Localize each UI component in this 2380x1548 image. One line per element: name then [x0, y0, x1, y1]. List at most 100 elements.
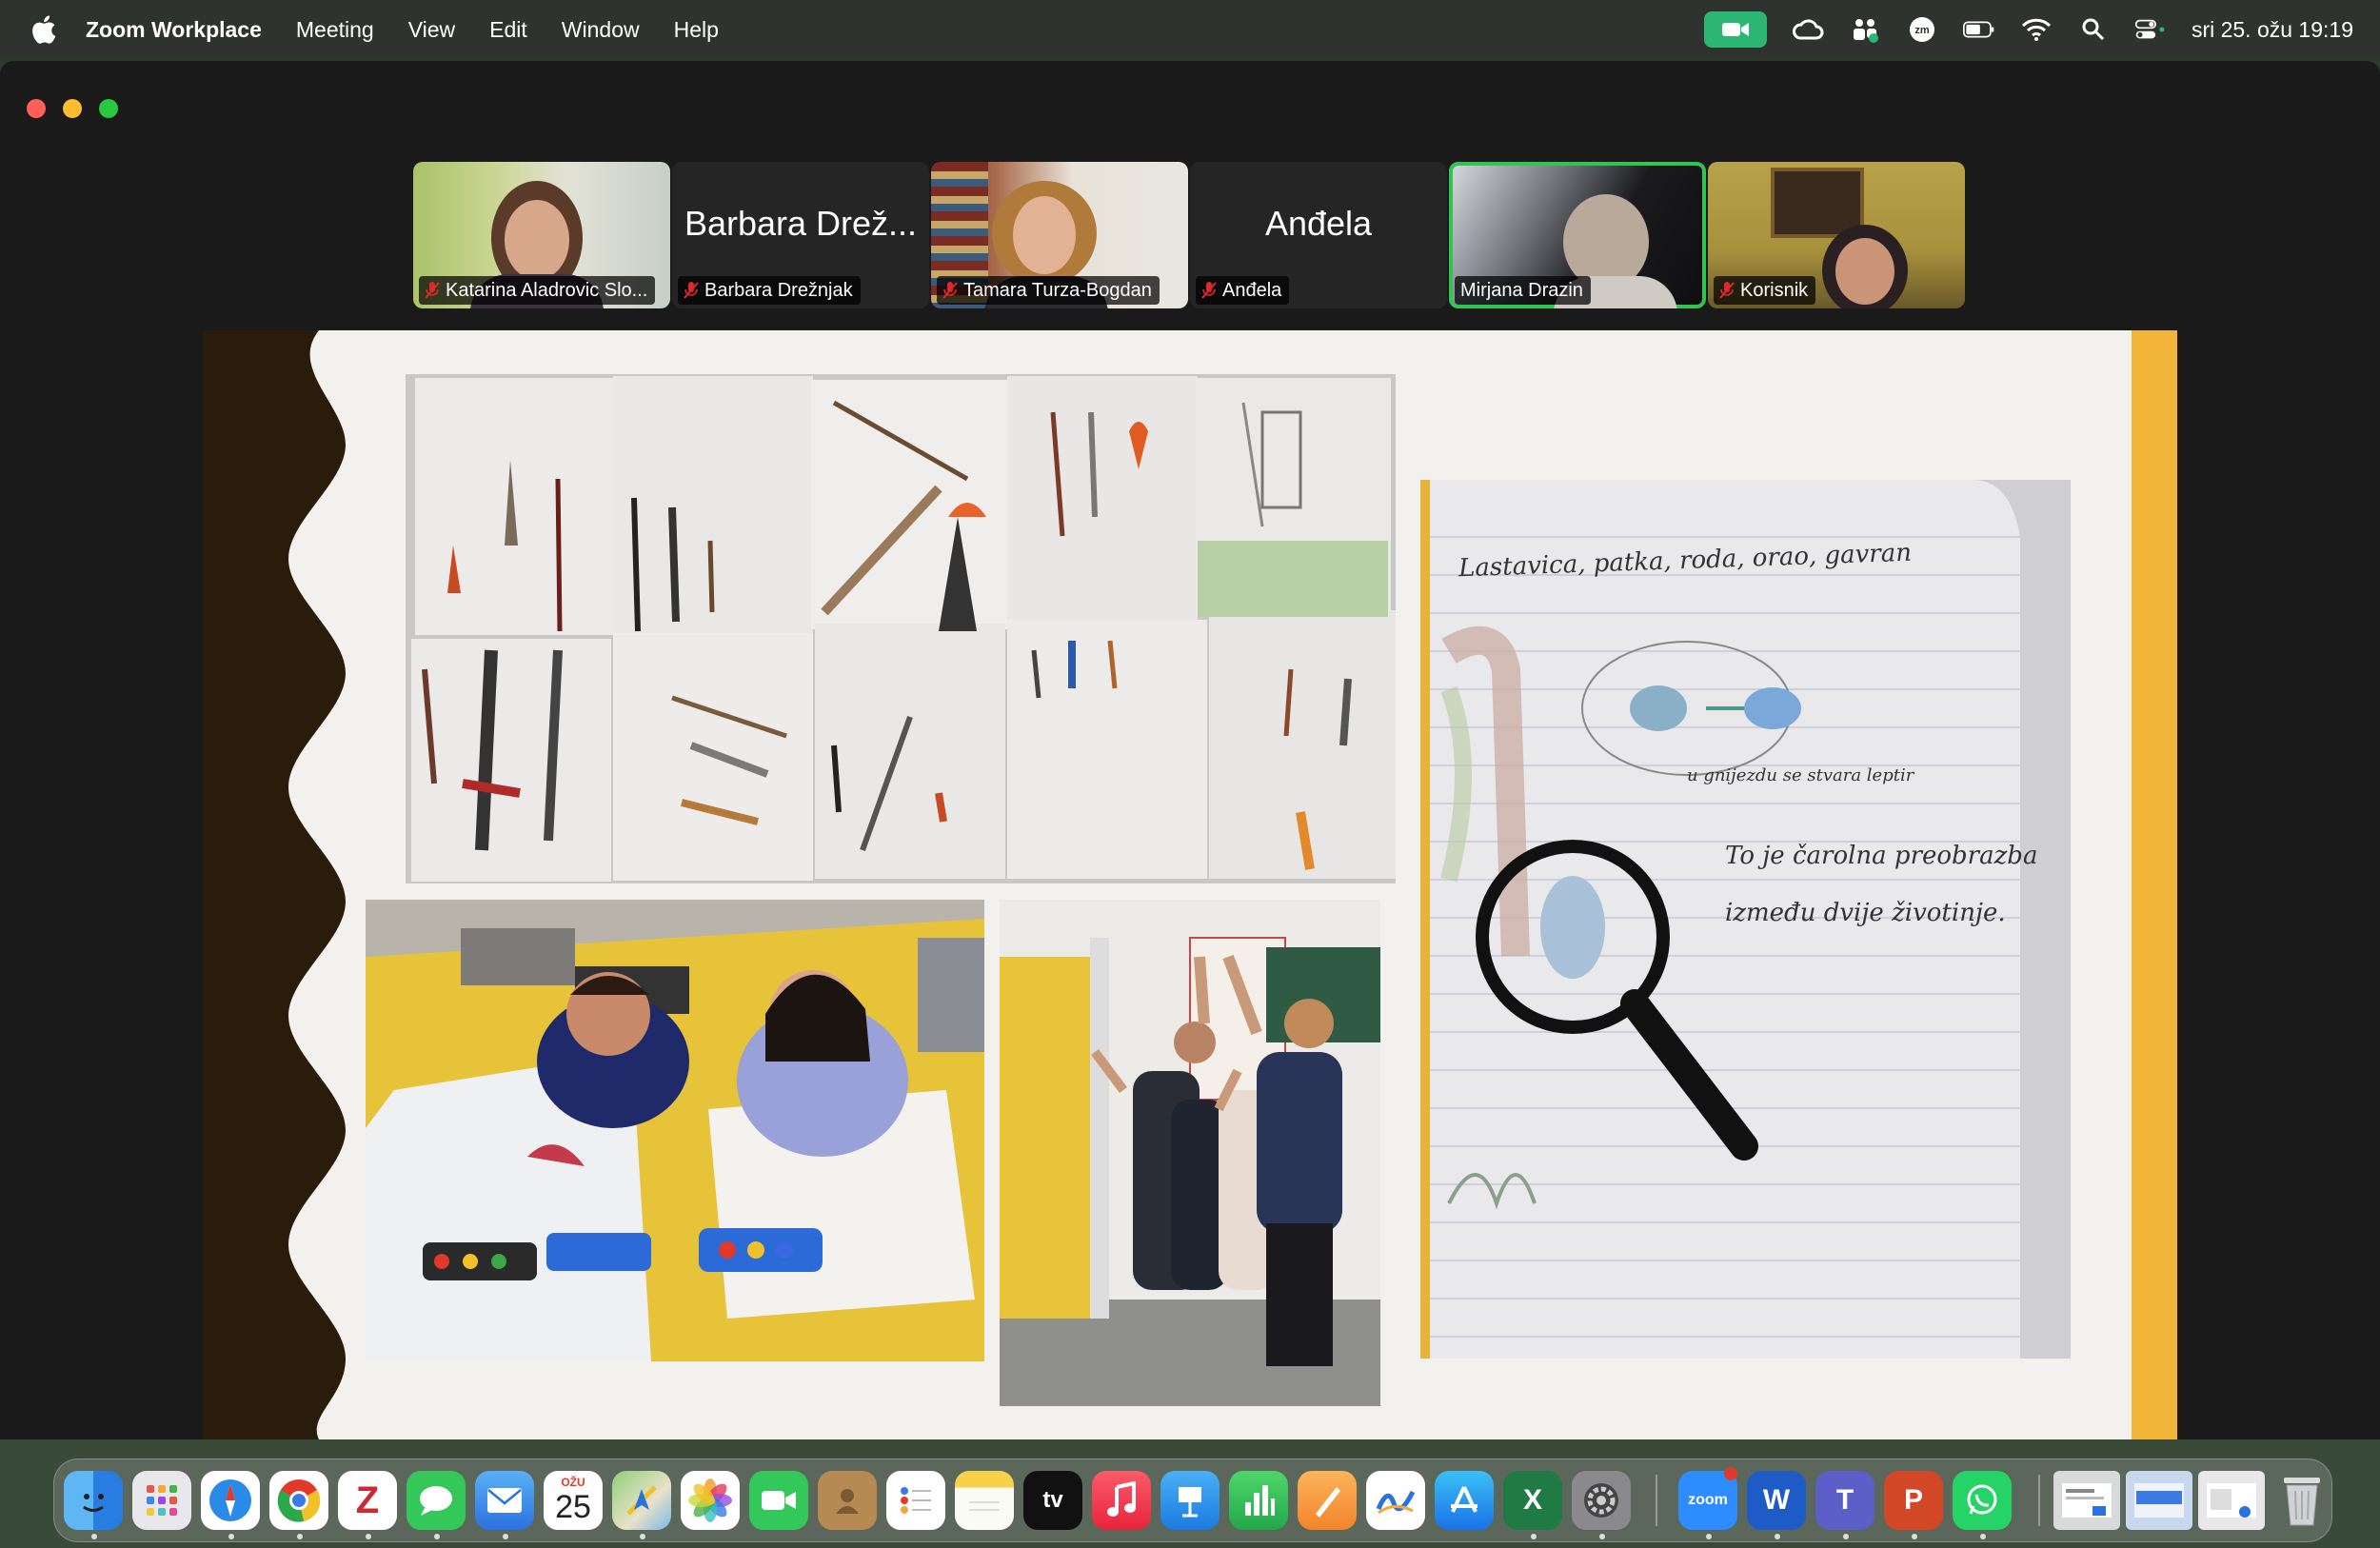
participant-tile-tamara[interactable]: Tamara Turza-Bogdan	[931, 162, 1188, 308]
participant-name-label: Mirjana Drazin	[1455, 276, 1591, 305]
dock-calendar-icon[interactable]: OŽU 25	[544, 1471, 603, 1530]
dock-excel-icon[interactable]: X	[1503, 1471, 1562, 1530]
dock-maps-icon[interactable]	[612, 1471, 671, 1530]
running-indicator	[503, 1534, 508, 1539]
dock-app-store-icon[interactable]	[1435, 1471, 1494, 1530]
macos-dock: Z OŽU 25 tv X zoom W T P	[53, 1459, 2332, 1542]
shared-screen-slide: Lastavica, patka, roda, orao, gavran u g…	[203, 330, 2177, 1439]
menu-meeting[interactable]: Meeting	[296, 17, 374, 43]
dock-chrome-icon[interactable]	[269, 1471, 328, 1530]
running-indicator	[1599, 1534, 1605, 1539]
dock-apple-tv-icon[interactable]: tv	[1023, 1471, 1082, 1530]
dock-facetime-icon[interactable]	[749, 1471, 808, 1530]
zoom-status-icon[interactable]: zm	[1906, 15, 1938, 44]
slide-dark-wave-border	[203, 330, 346, 1439]
window-minimize-button[interactable]	[63, 99, 82, 118]
dock-whatsapp-icon[interactable]	[1953, 1471, 2012, 1530]
participant-name-label: Barbara Drežnjak	[678, 276, 861, 305]
teams-status-icon[interactable]	[1849, 15, 1881, 44]
mic-muted-icon	[425, 282, 440, 299]
slide-yellow-bar	[2132, 330, 2177, 1439]
mic-muted-icon	[1719, 282, 1735, 299]
participant-tile-katarina[interactable]: Katarina Aladrovic Slo...	[413, 162, 670, 308]
participant-strip: Katarina Aladrovic Slo... Barbara Drež..…	[413, 162, 1967, 308]
running-indicator	[1531, 1534, 1537, 1539]
apple-logo-icon[interactable]	[29, 13, 57, 46]
running-indicator	[1843, 1534, 1849, 1539]
dock-zotero-icon[interactable]: Z	[338, 1471, 397, 1530]
dock-reminders-icon[interactable]	[886, 1471, 945, 1530]
battery-icon[interactable]	[1962, 15, 1995, 44]
menu-window[interactable]: Window	[562, 17, 640, 43]
spotlight-search-icon[interactable]	[2077, 15, 2110, 44]
participant-name-label: Anđela	[1196, 276, 1290, 305]
dock-teams-icon[interactable]: T	[1815, 1471, 1874, 1530]
photo-weapon-drawings	[406, 374, 1396, 883]
creative-cloud-icon[interactable]	[1792, 15, 1824, 44]
menu-bar: Zoom Workplace Meeting View Edit Window …	[0, 0, 2380, 59]
dock-music-icon[interactable]	[1092, 1471, 1151, 1530]
dock-word-icon[interactable]: W	[1747, 1471, 1806, 1530]
dock-contacts-icon[interactable]	[818, 1471, 877, 1530]
menu-view[interactable]: View	[408, 17, 455, 43]
window-fullscreen-button[interactable]	[99, 99, 118, 118]
participant-tile-andela[interactable]: Anđela Anđela	[1190, 162, 1447, 308]
dock-notes-icon[interactable]	[955, 1471, 1014, 1530]
notebook-line-2: u gnijezdu se stvara leptir	[1687, 765, 1914, 785]
dock-finder-icon[interactable]	[64, 1471, 123, 1530]
window-close-button[interactable]	[27, 99, 46, 118]
mic-muted-icon	[1201, 282, 1217, 299]
photo-children-drama	[1000, 900, 1380, 1406]
participant-big-name: Barbara Drež...	[684, 204, 918, 243]
participant-tile-korisnik[interactable]: Korisnik	[1708, 162, 1965, 308]
running-indicator	[228, 1534, 234, 1539]
dock-powerpoint-icon[interactable]: P	[1884, 1471, 1943, 1530]
control-center-icon[interactable]	[2134, 15, 2167, 44]
running-indicator	[91, 1534, 97, 1539]
running-indicator	[434, 1534, 440, 1539]
dock-keynote-icon[interactable]	[1160, 1471, 1220, 1530]
running-indicator	[366, 1534, 371, 1539]
dock-trash-icon[interactable]	[2272, 1471, 2331, 1530]
dock-separator	[1656, 1475, 1657, 1526]
photo-notebook-magnifier: Lastavica, patka, roda, orao, gavran u g…	[1420, 480, 2071, 1359]
running-indicator	[1980, 1534, 1986, 1539]
menu-edit[interactable]: Edit	[489, 17, 527, 43]
dock-freeform-icon[interactable]	[1366, 1471, 1425, 1530]
notebook-line-4: između dvije životinje.	[1725, 899, 2006, 927]
participant-tile-barbara[interactable]: Barbara Drež... Barbara Drežnjak	[672, 162, 929, 308]
participant-tile-mirjana[interactable]: Mirjana Drazin	[1449, 162, 1706, 308]
app-menu-zoom-workplace[interactable]: Zoom Workplace	[86, 17, 262, 43]
dock-pages-icon[interactable]	[1298, 1471, 1357, 1530]
notebook-line-3: To je čarolna preobrazba	[1725, 842, 2038, 870]
dock-photos-icon[interactable]	[681, 1471, 740, 1530]
dock-mail-icon[interactable]	[475, 1471, 534, 1530]
running-indicator	[1912, 1534, 1917, 1539]
dock-minimized-window-3[interactable]	[2198, 1471, 2265, 1530]
photo-children-painting	[366, 900, 984, 1361]
participant-big-name: Anđela	[1264, 204, 1373, 243]
svg-text:zm: zm	[1914, 25, 1930, 36]
dock-system-settings-icon[interactable]	[1572, 1471, 1631, 1530]
dock-messages-icon[interactable]	[407, 1471, 466, 1530]
participant-name-label: Korisnik	[1714, 276, 1816, 305]
participant-name-label: Tamara Turza-Bogdan	[937, 276, 1160, 305]
participant-name-label: Katarina Aladrovic Slo...	[419, 276, 656, 305]
dock-safari-icon[interactable]	[201, 1471, 260, 1530]
menu-help[interactable]: Help	[674, 17, 719, 43]
wifi-icon[interactable]	[2020, 15, 2053, 44]
dock-launchpad-icon[interactable]	[132, 1471, 191, 1530]
dock-minimized-window-1[interactable]	[2053, 1471, 2120, 1530]
running-indicator	[297, 1534, 303, 1539]
mic-muted-icon	[684, 282, 699, 299]
running-indicator	[1775, 1534, 1780, 1539]
dock-minimized-window-2[interactable]	[2126, 1471, 2192, 1530]
notification-badge	[1724, 1467, 1737, 1480]
menu-bar-clock[interactable]: sri 25. ožu 19:19	[2192, 17, 2353, 43]
running-indicator	[640, 1534, 645, 1539]
zoom-camera-icon[interactable]	[1703, 11, 1767, 48]
mic-muted-icon	[942, 282, 958, 299]
dock-separator	[2038, 1475, 2040, 1526]
running-indicator	[1706, 1534, 1712, 1539]
dock-numbers-icon[interactable]	[1229, 1471, 1288, 1530]
